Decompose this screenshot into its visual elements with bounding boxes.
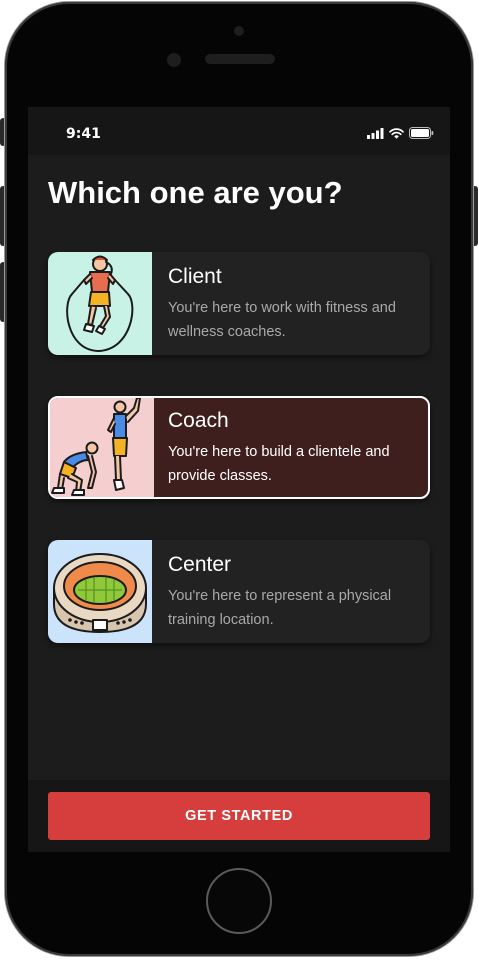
battery-icon — [409, 127, 434, 139]
earpiece-speaker — [205, 54, 275, 64]
wifi-icon — [389, 127, 404, 139]
status-icons — [367, 127, 434, 139]
coach-trainer-icon — [51, 398, 141, 496]
card-illustration-coach — [50, 398, 154, 497]
card-illustration-center — [48, 540, 152, 643]
option-card-client[interactable]: Client You're here to work with fitness … — [48, 252, 430, 355]
card-title-coach: Coach — [168, 409, 229, 432]
card-illustration-client — [48, 252, 152, 355]
option-card-center[interactable]: Center You're here to represent a physic… — [48, 540, 430, 643]
status-bar: 9:41 — [28, 107, 450, 155]
page-title: Which one are you? — [48, 175, 343, 210]
status-time: 9:41 — [66, 126, 101, 142]
card-title-client: Client — [168, 265, 222, 288]
card-description-coach: You're here to build a clientele and pro… — [168, 444, 390, 484]
card-description-client: You're here to work with fitness and wel… — [168, 300, 396, 340]
screen: 9:41 Which one are you? Client You're he… — [28, 107, 450, 852]
get-started-button[interactable]: GET STARTED — [48, 792, 430, 840]
option-card-coach[interactable]: Coach You're here to build a clientele a… — [48, 396, 430, 499]
card-description-center: You're here to represent a physical trai… — [168, 588, 392, 628]
stadium-icon — [53, 553, 147, 633]
card-title-center: Center — [168, 553, 232, 576]
signal-icon — [367, 127, 384, 139]
front-camera — [167, 53, 181, 67]
proximity-sensor — [234, 26, 244, 36]
home-button[interactable] — [206, 868, 272, 934]
jump-rope-person-icon — [66, 255, 134, 352]
